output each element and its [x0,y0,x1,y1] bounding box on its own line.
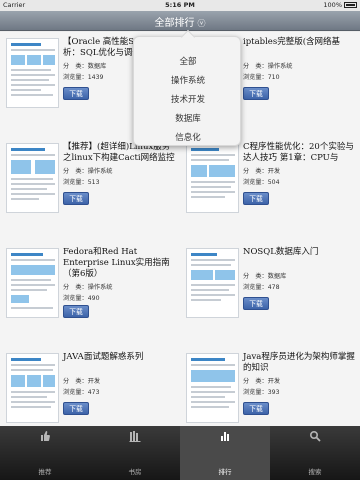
book-views: 浏览量：478 [243,284,280,291]
bookshelf-icon [129,431,141,442]
navigation-bar: 全部排行 ⓥ [0,11,360,31]
tab-label: 搜索 [308,468,322,476]
category-filter-popover: 全部 操作系统 技术开发 数据库 信息化 [133,29,242,146]
book-title[interactable]: iptables完整版(含网络基 [243,37,355,48]
book-views: 浏览量：473 [63,389,100,396]
book-category: 分 类：开发 [243,378,281,385]
filter-option-os[interactable]: 操作系统 [134,74,242,86]
filter-option-database[interactable]: 数据库 [134,112,242,124]
book-category: 分 类：操作系统 [63,168,113,175]
book-views: 浏览量：1439 [63,74,104,81]
download-button[interactable]: 下载 [243,297,269,310]
book-category: 分 类：开发 [243,168,281,175]
search-icon [309,430,321,442]
book-views: 浏览量：710 [243,74,280,81]
ranking-filter-title[interactable]: 全部排行 ⓥ [0,14,360,29]
tab-search[interactable]: 搜索 [270,426,360,480]
filter-option-it[interactable]: 信息化 [134,131,242,143]
battery-percent: 100% [323,1,342,9]
book-cover-thumbnail[interactable] [186,143,239,213]
download-button[interactable]: 下载 [63,402,89,415]
battery-indicator: 100% [323,1,357,9]
book-cover-thumbnail[interactable] [186,353,239,423]
book-cover-thumbnail[interactable] [6,143,59,213]
book-cover-thumbnail[interactable] [6,248,59,318]
tab-bookshelf[interactable]: 书房 [90,426,180,480]
filter-option-all[interactable]: 全部 [134,55,242,67]
download-button[interactable]: 下载 [63,87,89,100]
bar-chart-icon [221,432,229,441]
tab-label: 推荐 [38,468,52,476]
page-title[interactable]: 全部排行 [155,18,195,29]
book-views: 浏览量：393 [243,389,280,396]
book-card[interactable]: 【推荐】(超详细)Linux服务之linux下构建Cacti网络监控 分 类：操… [0,137,180,242]
book-cover-thumbnail[interactable] [186,248,239,318]
dropdown-arrow-icon[interactable]: ⓥ [198,19,206,28]
book-title[interactable]: C程序性能优化：20个实验与达人技巧 第1章：CPU与 [243,142,355,164]
filter-option-dev[interactable]: 技术开发 [134,93,242,105]
clock: 5:16 PM [165,1,195,9]
download-button[interactable]: 下载 [243,402,269,415]
thumbs-up-icon [41,431,50,441]
download-button[interactable]: 下载 [63,192,89,205]
book-card[interactable]: C程序性能优化：20个实验与达人技巧 第1章：CPU与 分 类：开发 浏览量：5… [180,137,360,242]
book-card[interactable]: Fedora和Red Hat Enterprise Linux实用指南（第6版）… [0,242,180,347]
book-views: 浏览量：490 [63,295,100,302]
book-category: 分 类：操作系统 [63,284,113,291]
book-category: 分 类：数据库 [63,63,107,70]
battery-icon [344,2,357,8]
book-category: 分 类：数据库 [243,273,287,280]
tab-label: 书房 [128,468,142,476]
book-title[interactable]: NOSQL数据库入门 [243,247,355,258]
tab-bar: 推荐 书房 排行 搜索 [0,426,360,480]
status-bar: Carrier 5:16 PM 100% [0,0,360,11]
download-button[interactable]: 下载 [243,87,269,100]
book-cover-thumbnail[interactable] [6,353,59,423]
tab-ranking[interactable]: 排行 [180,426,270,480]
book-title[interactable]: Fedora和Red Hat Enterprise Linux实用指南（第6版） [63,247,175,280]
book-card[interactable]: NOSQL数据库入门 分 类：数据库 浏览量：478 下载 [180,242,360,347]
download-button[interactable]: 下载 [63,305,89,318]
book-title[interactable]: Java程序员进化为架构师掌握的知识 [243,352,355,374]
download-button[interactable]: 下载 [243,192,269,205]
tab-recommend[interactable]: 推荐 [0,426,90,480]
book-title[interactable]: JAVA面试题解惑系列 [63,352,175,363]
book-category: 分 类：操作系统 [243,63,293,70]
book-views: 浏览量：513 [63,179,100,186]
book-views: 浏览量：504 [243,179,280,186]
tab-label: 排行 [218,468,232,476]
book-category: 分 类：开发 [63,378,101,385]
book-cover-thumbnail[interactable] [6,38,59,108]
